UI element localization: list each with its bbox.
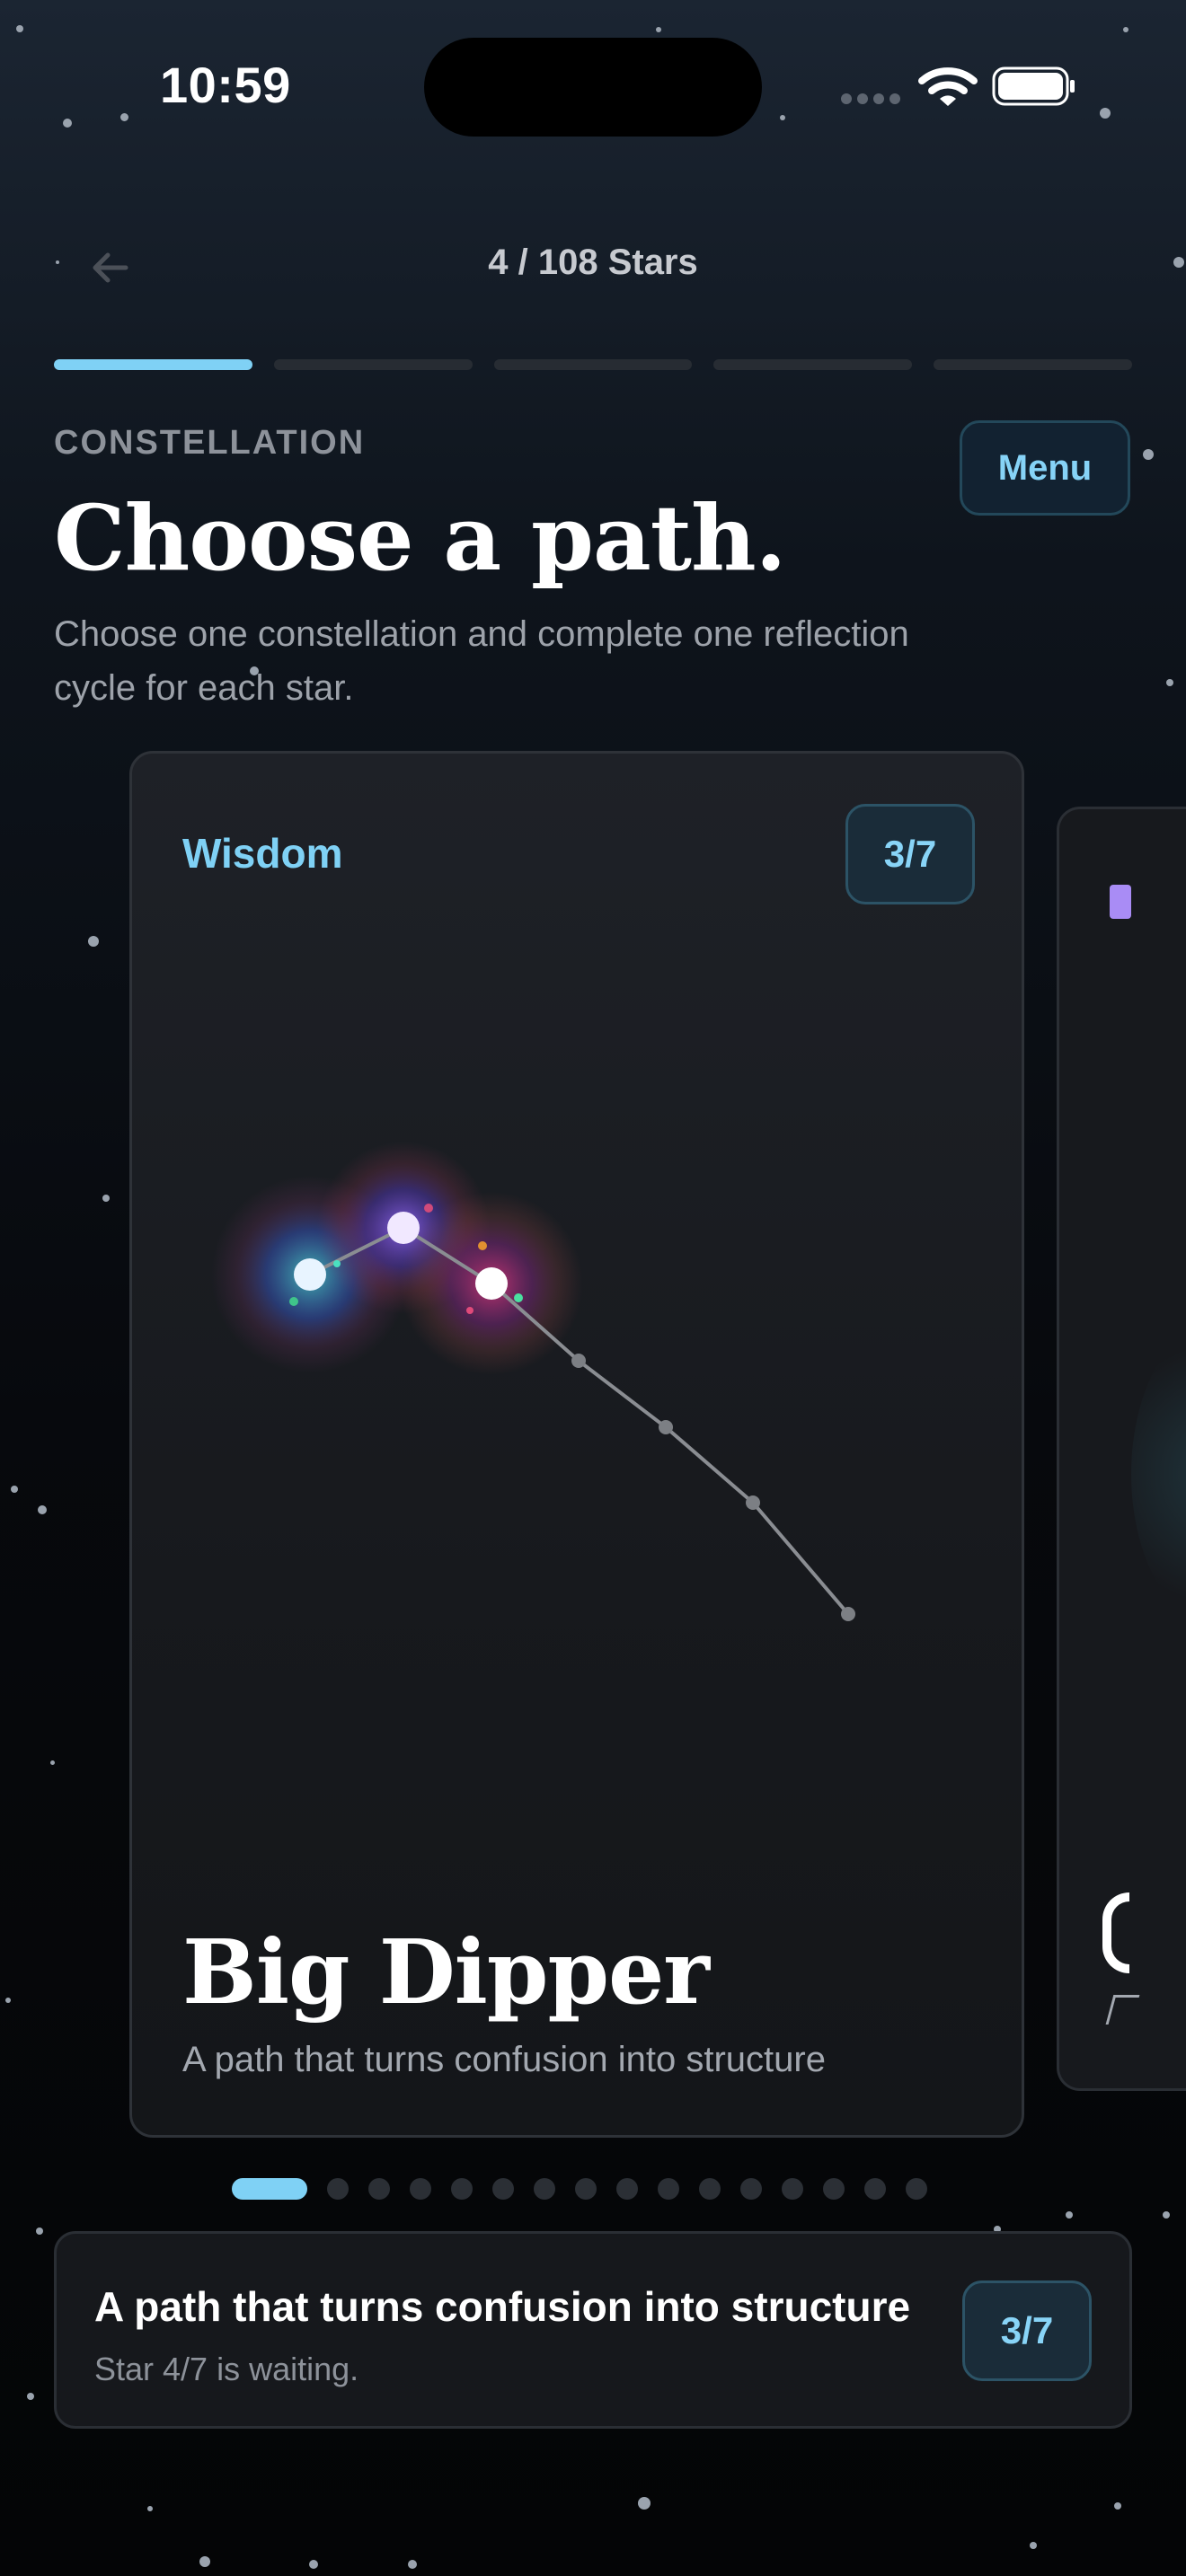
- progress-segment: [54, 359, 252, 370]
- page-dot-active[interactable]: [232, 2178, 307, 2200]
- next-card-title-fragment: [1102, 1892, 1129, 1973]
- background-star: [1066, 2211, 1073, 2219]
- star-completed: [387, 1212, 420, 1244]
- background-star: [1143, 449, 1154, 460]
- background-star: [638, 2497, 651, 2510]
- next-card-category-fragment: [1110, 885, 1131, 919]
- background-star: [102, 1195, 110, 1202]
- page-dot[interactable]: [616, 2178, 638, 2200]
- star-pending: [659, 1420, 673, 1434]
- cellular-signal-icon: [841, 93, 904, 108]
- progress-segment: [273, 359, 473, 370]
- page-dot[interactable]: [534, 2178, 555, 2200]
- background-star: [36, 2228, 43, 2235]
- background-star: [309, 2560, 318, 2569]
- progress-segment: [493, 359, 693, 370]
- background-star: [199, 2556, 210, 2567]
- menu-button[interactable]: Menu: [960, 420, 1130, 516]
- page-dot[interactable]: [906, 2178, 927, 2200]
- page-dot[interactable]: [782, 2178, 803, 2200]
- page-dot[interactable]: [699, 2178, 721, 2200]
- dynamic-island: [424, 38, 762, 137]
- summary-subtitle: Star 4/7 is waiting.: [94, 2351, 359, 2387]
- background-star: [88, 936, 99, 947]
- page-title: Choose a path.: [54, 485, 786, 591]
- card-title: Big Dipper: [182, 1921, 710, 2025]
- page-indicator[interactable]: [232, 2177, 927, 2201]
- page-dot[interactable]: [368, 2178, 390, 2200]
- background-star: [1030, 2542, 1037, 2549]
- background-star: [1163, 2211, 1170, 2219]
- star-sparkle: [478, 1241, 487, 1250]
- constellation-card[interactable]: Wisdom 3/7 Big Dipper A path that turns …: [129, 751, 1024, 2138]
- page-subtitle: Choose one constellation and complete on…: [54, 614, 909, 708]
- card-category: Wisdom: [182, 830, 343, 877]
- card-description: A path that turns confusion into structu…: [182, 2040, 826, 2079]
- background-star: [5, 1998, 11, 2003]
- background-star: [1114, 2502, 1121, 2510]
- background-star: [27, 2393, 34, 2400]
- background-star: [780, 115, 785, 120]
- summary-title: A path that turns confusion into structu…: [94, 2283, 911, 2330]
- star-pending: [571, 1354, 586, 1368]
- background-star: [1166, 679, 1173, 686]
- next-constellation-card[interactable]: [1057, 807, 1186, 2091]
- card-glow: [1131, 1312, 1186, 1636]
- star-sparkle: [333, 1260, 341, 1267]
- page-dot[interactable]: [492, 2178, 514, 2200]
- star-completed: [475, 1267, 508, 1300]
- section-label: CONSTELLATION: [54, 424, 366, 462]
- star-completed: [294, 1258, 326, 1291]
- stars-counter: 4 / 108 Stars: [488, 243, 698, 282]
- wifi-icon: [918, 67, 978, 106]
- page-dot[interactable]: [823, 2178, 845, 2200]
- page-dot[interactable]: [451, 2178, 473, 2200]
- background-star: [656, 27, 661, 32]
- battery-icon: [992, 66, 1075, 106]
- page-dot[interactable]: [327, 2178, 349, 2200]
- star-sparkle: [466, 1307, 474, 1314]
- background-star: [38, 1505, 47, 1514]
- page-dot[interactable]: [864, 2178, 886, 2200]
- star-sparkle: [424, 1204, 433, 1213]
- summary-progress-badge: 3/7: [962, 2280, 1092, 2381]
- background-star: [16, 25, 23, 32]
- progress-segment: [934, 359, 1132, 370]
- star-pending: [841, 1607, 855, 1621]
- card-progress-badge: 3/7: [845, 804, 975, 904]
- star-sparkle: [289, 1297, 298, 1306]
- page-dot[interactable]: [575, 2178, 597, 2200]
- page-dot[interactable]: [740, 2178, 762, 2200]
- background-star: [120, 113, 128, 121]
- page-dot[interactable]: [410, 2178, 431, 2200]
- star-pending: [746, 1495, 760, 1510]
- background-star: [50, 1760, 55, 1765]
- star-sparkle: [514, 1293, 523, 1302]
- background-star: [408, 2560, 417, 2569]
- status-time: 10:59: [160, 57, 291, 113]
- background-star: [63, 119, 72, 128]
- background-star: [1100, 108, 1111, 119]
- next-card-description-fragment: [1105, 1995, 1140, 2025]
- step-progress: [54, 359, 1132, 370]
- background-star: [147, 2506, 153, 2511]
- page-dot[interactable]: [658, 2178, 679, 2200]
- background-star: [11, 1486, 18, 1493]
- background-star: [1123, 27, 1128, 32]
- progress-segment: [713, 359, 913, 370]
- path-summary-card[interactable]: A path that turns confusion into structu…: [54, 2231, 1132, 2429]
